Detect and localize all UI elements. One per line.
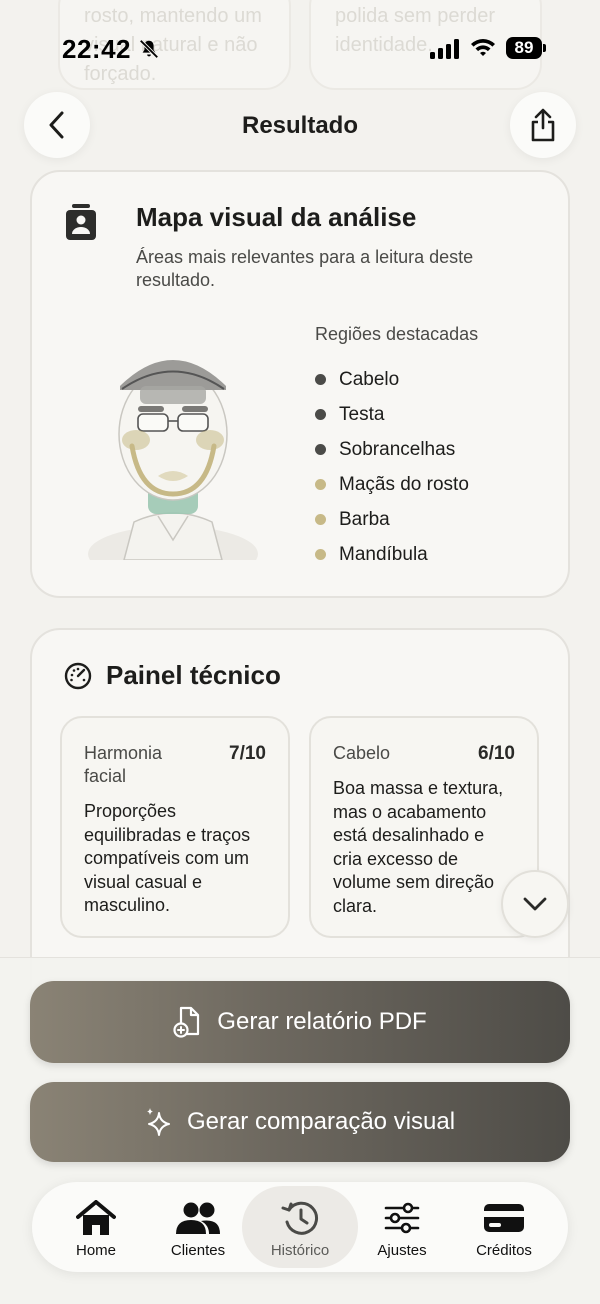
- file-add-icon: [173, 1006, 200, 1038]
- tech-panel-title: Painel técnico: [106, 660, 281, 690]
- region-label: Barba: [339, 508, 390, 530]
- regions-title: Regiões destacadas: [315, 324, 479, 344]
- region-dot: [315, 374, 326, 385]
- status-time: 22:42: [62, 34, 131, 64]
- region-item: Maçãs do rosto: [315, 467, 469, 502]
- region-dot: [315, 479, 326, 490]
- region-dot: [315, 549, 326, 560]
- metric-name: Cabelo: [333, 743, 391, 763]
- history-icon: [281, 1201, 319, 1235]
- metric-name: Harmonia facial: [84, 743, 163, 786]
- bell-muted-icon: [139, 39, 159, 59]
- metric-score: 6/10: [478, 743, 515, 764]
- region-label: Maçãs do rosto: [339, 473, 469, 495]
- metric-score: 7/10: [229, 743, 266, 764]
- visual-map-card: Mapa visual da análise Áreas mais releva…: [30, 170, 570, 598]
- tab-home[interactable]: Home: [38, 1186, 154, 1268]
- region-item: Barba: [315, 502, 469, 537]
- region-item: Sobrancelhas: [315, 432, 469, 467]
- tab-history[interactable]: Histórico: [242, 1186, 358, 1268]
- wifi-icon: [471, 39, 495, 56]
- region-label: Mandíbula: [339, 543, 428, 565]
- tab-bar: Home Clientes Histórico Ajustes Créditos: [32, 1182, 568, 1272]
- region-label: Sobrancelhas: [339, 438, 456, 460]
- tab-label: Créditos: [476, 1242, 532, 1259]
- metric-description: Proporções equilibradas e traços compatí…: [84, 801, 251, 915]
- metric-description: Boa massa e textura, mas o acabamento es…: [333, 778, 504, 916]
- region-dot: [315, 444, 326, 455]
- sparkles-icon: [146, 1108, 170, 1136]
- region-item: Testa: [315, 397, 469, 432]
- tab-label: Ajustes: [377, 1242, 427, 1259]
- battery-indicator: 89: [506, 37, 542, 59]
- region-label: Cabelo: [339, 368, 400, 390]
- region-dot: [315, 409, 326, 420]
- header: Resultado: [0, 92, 600, 160]
- clients-icon: [176, 1202, 220, 1234]
- region-label: Testa: [339, 403, 385, 425]
- generate-pdf-label: Gerar relatório PDF: [217, 1008, 427, 1035]
- region-dot: [315, 514, 326, 525]
- visual-map-title: Mapa visual da análise: [136, 202, 417, 232]
- generate-comparison-button[interactable]: Gerar comparação visual: [30, 1082, 570, 1162]
- tab-label: Histórico: [270, 1242, 330, 1259]
- status-bar: 22:42 89: [0, 0, 600, 96]
- home-icon: [76, 1200, 116, 1235]
- tab-clients[interactable]: Clientes: [140, 1186, 256, 1268]
- tab-label: Home: [75, 1242, 116, 1259]
- tab-label: Clientes: [170, 1242, 226, 1259]
- tab-credits[interactable]: Créditos: [446, 1186, 562, 1268]
- generate-comparison-label: Gerar comparação visual: [186, 1108, 456, 1135]
- region-item: Mandíbula: [315, 537, 469, 572]
- generate-pdf-button[interactable]: Gerar relatório PDF: [30, 981, 570, 1063]
- scroll-down-button[interactable]: [501, 870, 569, 938]
- region-item: Cabelo: [315, 362, 469, 397]
- tab-settings[interactable]: Ajustes: [344, 1186, 460, 1268]
- battery-tip: [543, 44, 546, 52]
- chevron-down-icon: [523, 897, 547, 911]
- visual-map-subtitle: Áreas mais relevantes para a leitura des…: [136, 247, 474, 290]
- share-icon: [531, 108, 555, 142]
- metric-card: Harmonia facial 7/10 Proporções equilibr…: [60, 716, 290, 938]
- gauge-icon: [64, 662, 92, 690]
- share-button[interactable]: [510, 92, 576, 158]
- id-badge-icon: [66, 204, 96, 240]
- card-icon: [484, 1204, 524, 1232]
- signal-icon: [430, 39, 459, 59]
- regions-list: Cabelo Testa Sobrancelhas Maçãs do rosto…: [315, 362, 469, 572]
- face-map-illustration: [88, 360, 258, 560]
- sliders-icon: [384, 1202, 420, 1234]
